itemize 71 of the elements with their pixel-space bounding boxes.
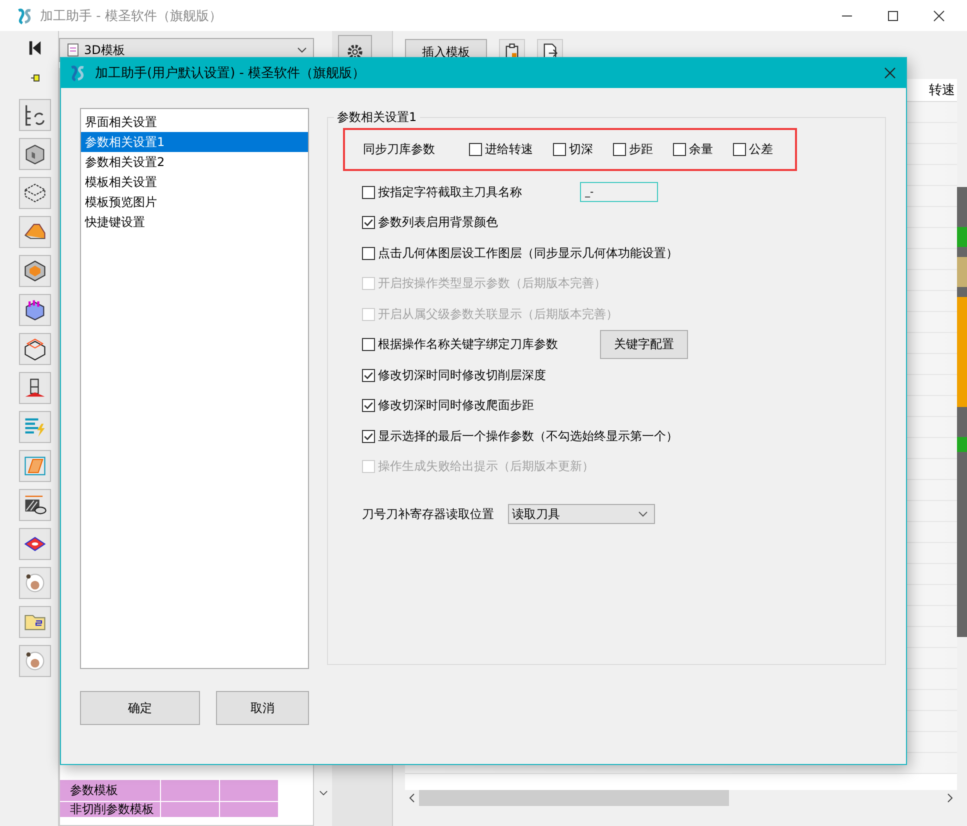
checkbox[interactable] xyxy=(362,399,375,412)
keyword-config-button[interactable]: 关键字配置 xyxy=(600,330,688,360)
checkbox[interactable] xyxy=(362,430,375,443)
checkbox[interactable] xyxy=(673,143,686,156)
checkbox-label: 开启按操作类型显示参数（后期版本完善） xyxy=(378,275,606,292)
checkbox-label: 步距 xyxy=(629,141,653,158)
table-cell: 非切削参数模板 xyxy=(60,801,161,817)
close-icon[interactable] xyxy=(884,67,896,79)
table-cell xyxy=(220,779,279,801)
checkbox-label: 点击几何体图层设工作图层（同步显示几何体功能设置） xyxy=(378,244,678,262)
checkbox-label: 参数列表启用背景颜色 xyxy=(378,214,498,232)
close-icon[interactable] xyxy=(933,10,945,22)
slotted-part-icon[interactable] xyxy=(19,294,51,326)
checkbox[interactable] xyxy=(362,368,375,382)
pin-icon[interactable] xyxy=(29,72,41,84)
scrollbar-thumb[interactable] xyxy=(419,790,729,806)
checkbox-label: 进给转速 xyxy=(485,141,533,158)
checkbox-label: 修改切深时同时修改爬面步距 xyxy=(378,397,534,414)
pocket-box-icon[interactable] xyxy=(19,255,51,287)
checkbox[interactable] xyxy=(362,216,375,230)
column-header[interactable]: 转速 xyxy=(925,79,957,101)
window-title: 加工助手 - 模圣软件（旗舰版） xyxy=(40,8,222,24)
folder-icon[interactable] xyxy=(19,606,51,638)
checkbox-label: 显示选择的最后一个操作参数（不勾选始终显示第一个） xyxy=(378,428,678,445)
register-dropdown[interactable]: 读取刀具 xyxy=(508,504,655,524)
checkbox-label: 余量 xyxy=(689,141,713,158)
scroll-down-icon[interactable] xyxy=(318,790,328,796)
option-label: 同步刀库参数 xyxy=(363,141,435,158)
group-title: 参数相关设置1 xyxy=(334,109,420,126)
checkbox-label: 开启从属父级参数关联显示（后期版本完善） xyxy=(378,306,618,323)
checkbox-label: 修改切深时同时修改切削层深度 xyxy=(378,366,546,384)
chevron-down-icon xyxy=(297,47,307,53)
input-field[interactable]: _- xyxy=(580,182,658,202)
checkbox[interactable] xyxy=(362,186,375,199)
table-cell: 参数模板 xyxy=(60,779,161,801)
checkbox-label: 按指定字符截取主刀具名称 xyxy=(378,184,522,201)
chevron-down-icon xyxy=(638,511,648,517)
list-lightning-icon[interactable] xyxy=(19,411,51,443)
ok-button[interactable]: 确定 xyxy=(80,691,200,725)
checkbox[interactable] xyxy=(613,143,626,156)
maximize-icon[interactable] xyxy=(887,10,899,22)
checkbox[interactable] xyxy=(469,143,482,156)
checkbox[interactable] xyxy=(553,143,566,156)
box-frame-icon[interactable] xyxy=(19,333,51,365)
checkbox[interactable] xyxy=(362,246,375,260)
scroll-left-icon[interactable] xyxy=(409,793,415,803)
settings-list-item[interactable]: 模板相关设置 xyxy=(81,172,308,192)
dialog-title: 加工助手(用户默认设置) - 模圣软件（旗舰版） xyxy=(95,65,366,82)
table-cell xyxy=(220,801,279,817)
checkbox-label: 公差 xyxy=(749,141,773,158)
tree-refresh-icon[interactable] xyxy=(19,99,51,131)
settings-list-item[interactable]: 快捷键设置 xyxy=(81,212,308,232)
field-label: 刀号刀补寄存器读取位置 xyxy=(362,506,494,522)
wireframe-box-icon[interactable] xyxy=(19,177,51,209)
settings-list-item[interactable]: 参数相关设置1 xyxy=(81,132,308,152)
settings-list-item[interactable]: 模板预览图片 xyxy=(81,192,308,212)
checkbox-label: 操作生成失败给出提示（后期版本更新） xyxy=(378,458,594,476)
parallelogram-icon[interactable] xyxy=(19,450,51,482)
checkbox-label: 根据操作名称关键字绑定刀库参数 xyxy=(378,336,558,354)
scroll-right-icon[interactable] xyxy=(947,793,953,803)
settings-list-item[interactable]: 界面相关设置 xyxy=(81,112,308,132)
checkbox[interactable] xyxy=(733,143,746,156)
cancel-button[interactable]: 取消 xyxy=(216,691,309,725)
settings-list-item[interactable]: 参数相关设置2 xyxy=(81,152,308,172)
ramp-block-icon[interactable] xyxy=(19,216,51,248)
part-stand-icon[interactable] xyxy=(19,372,51,404)
checkbox[interactable] xyxy=(362,338,375,352)
table-cell xyxy=(161,779,220,801)
checkbox-label: 切深 xyxy=(569,141,593,158)
document-icon xyxy=(66,43,80,57)
table-cell xyxy=(161,801,220,817)
